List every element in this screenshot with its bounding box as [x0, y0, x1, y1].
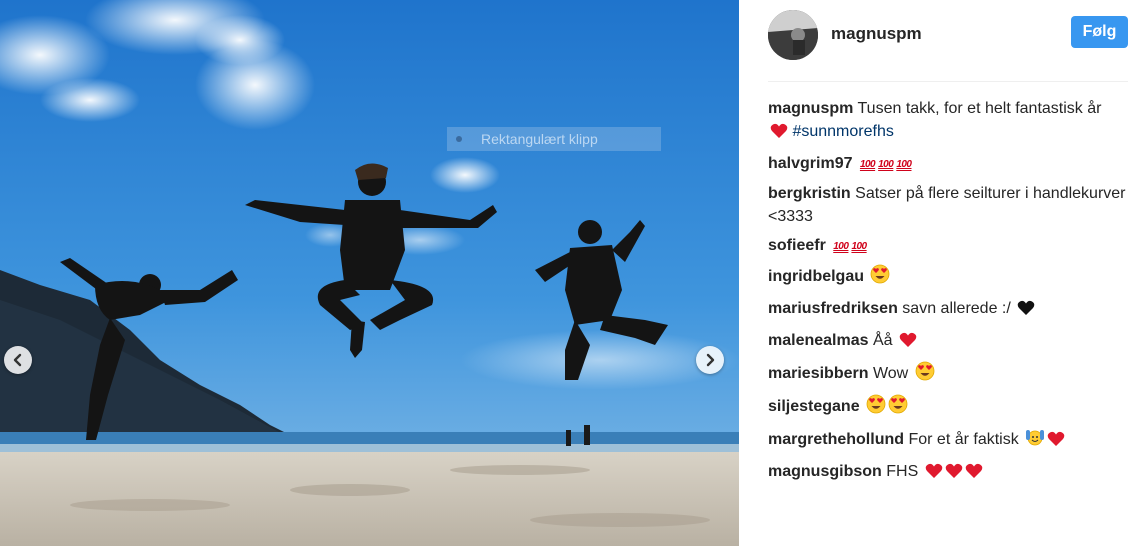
comment-username[interactable]: halvgrim97 — [768, 155, 852, 172]
comment-text: Åå — [872, 332, 893, 349]
comment-username[interactable]: bergkristin — [768, 185, 851, 202]
comment-item: ingridbelgau — [768, 264, 1133, 291]
comment-text: Tusen takk, for et helt fantastisk år — [857, 100, 1102, 117]
comment-item: halvgrim97 100 100 100 — [768, 152, 1133, 176]
caption: magnuspm Tusen takk, for et helt fantast… — [768, 97, 1133, 146]
black-heart-icon — [1017, 300, 1035, 323]
raising-hands-icon — [1025, 427, 1045, 454]
post-author-username[interactable]: magnuspm — [831, 24, 922, 44]
comment-username[interactable]: magnusgibson — [768, 463, 882, 480]
comment-text: Wow — [872, 365, 909, 382]
comment-item: siljestegane — [768, 394, 1133, 421]
red-heart-icon — [945, 463, 963, 486]
heart-eyes-icon — [866, 394, 886, 421]
comment-item: malenealmas Åå — [768, 329, 1133, 355]
hundred-points-icon: 100 — [878, 159, 894, 170]
comment-item: margrethehollund For et år faktisk — [768, 427, 1133, 454]
red-heart-icon — [770, 123, 788, 146]
hashtag-link[interactable]: #sunnmorefhs — [792, 123, 893, 140]
comment-username[interactable]: margrethehollund — [768, 431, 904, 448]
comment-username[interactable]: sofieefr — [768, 237, 826, 254]
heart-eyes-icon — [870, 264, 890, 291]
comment-text: For et år faktisk — [908, 431, 1019, 448]
chevron-right-icon — [706, 353, 715, 367]
rectangular-clip-overlay: Rektangulært klipp — [447, 127, 661, 151]
hundred-points-icon: 100 — [833, 241, 849, 252]
header-divider — [768, 81, 1128, 82]
post-header: magnuspm Følg — [768, 10, 1128, 60]
comment-item: bergkristin Satser på flere seilturer i … — [768, 182, 1133, 228]
comment-username[interactable]: ingridbelgau — [768, 268, 864, 285]
post-photo[interactable]: Rektangulært klipp — [0, 0, 739, 546]
red-heart-icon — [925, 463, 943, 486]
comment-item: mariusfredriksen savn allerede :/ — [768, 297, 1133, 323]
next-photo-button[interactable] — [696, 346, 724, 374]
red-heart-icon — [1047, 431, 1065, 454]
post-sidebar: magnuspm Følg magnuspm Tusen takk, for e… — [739, 0, 1136, 546]
comment-text: savn allerede :/ — [902, 300, 1011, 317]
comment-username[interactable]: mariesibbern — [768, 365, 868, 382]
hundred-points-icon: 100 — [859, 159, 876, 170]
comment-item: magnusgibson FHS — [768, 460, 1133, 486]
red-heart-icon — [899, 332, 917, 355]
avatar[interactable] — [768, 10, 818, 60]
heart-eyes-icon — [915, 361, 935, 388]
record-dot-icon — [456, 136, 462, 142]
comment-text: FHS — [886, 463, 919, 480]
comment-username[interactable]: mariusfredriksen — [768, 300, 898, 317]
previous-photo-button[interactable] — [4, 346, 32, 374]
overlay-label: Rektangulært klipp — [481, 131, 598, 147]
comment-username[interactable]: malenealmas — [768, 332, 869, 349]
avatar-image — [768, 10, 818, 60]
follow-button[interactable]: Følg — [1071, 16, 1128, 48]
chevron-left-icon — [13, 353, 22, 367]
comment-item: mariesibbern Wow — [768, 361, 1133, 388]
comment-item: sofieefr 100 100 — [768, 234, 1133, 258]
beach-jump-photo — [0, 0, 739, 546]
hundred-points-icon: 100 — [851, 241, 867, 252]
comment-username[interactable]: siljestegane — [768, 398, 860, 415]
hundred-points-icon: 100 — [896, 159, 912, 170]
red-heart-icon — [965, 463, 983, 486]
comment-username[interactable]: magnuspm — [768, 100, 853, 117]
comment-list: magnuspm Tusen takk, for et helt fantast… — [768, 97, 1133, 492]
heart-eyes-icon — [888, 394, 908, 421]
